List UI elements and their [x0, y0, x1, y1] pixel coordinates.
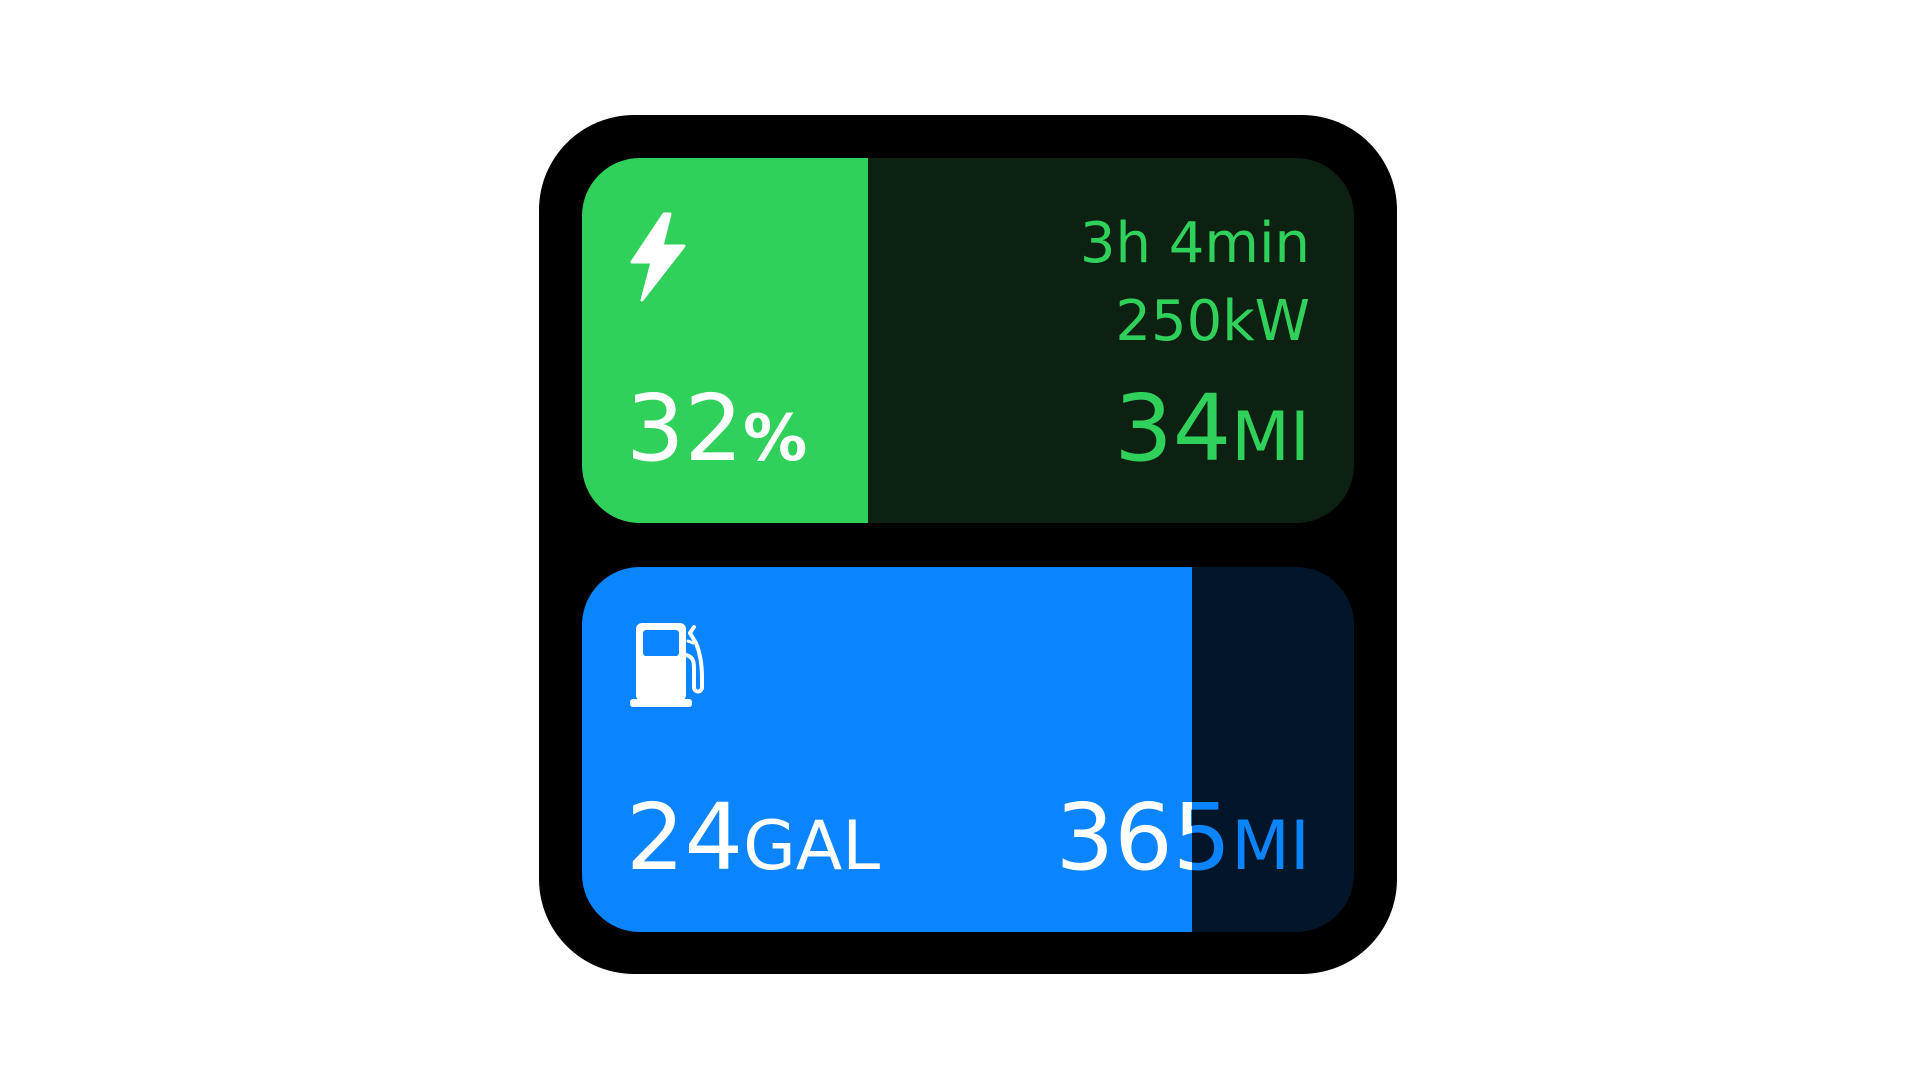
fuel-card[interactable]: 24GAL 365MI 24GAL 36 — [582, 567, 1354, 932]
battery-percent-on-fill: 32% — [626, 375, 808, 482]
battery-card-fill-layer: 32% — [582, 158, 868, 523]
fuel-range-unit: MI — [1231, 807, 1310, 886]
electric-range-unit: MI — [1231, 398, 1310, 477]
battery-card[interactable]: 32% 3h 4min 250kW 34MI 32% — [582, 158, 1354, 523]
electric-range-value: 34 — [1114, 375, 1232, 482]
fuel-range-on-fill: 365MI — [1055, 784, 1192, 891]
vehicle-status-widget: 32% 3h 4min 250kW 34MI 32% 24GAL 365MI 2… — [539, 115, 1397, 974]
charge-rate: 250kW — [1115, 289, 1310, 354]
bolt-icon — [630, 212, 686, 302]
fuel-card-fill-layer: 24GAL 365MI — [582, 567, 1192, 932]
electric-range: 34MI — [1114, 383, 1310, 475]
charge-time-remaining: 3h 4min — [1079, 211, 1310, 276]
fuel-volume-on-fill: 24GAL — [626, 784, 881, 891]
fuel-pump-icon — [630, 623, 704, 707]
